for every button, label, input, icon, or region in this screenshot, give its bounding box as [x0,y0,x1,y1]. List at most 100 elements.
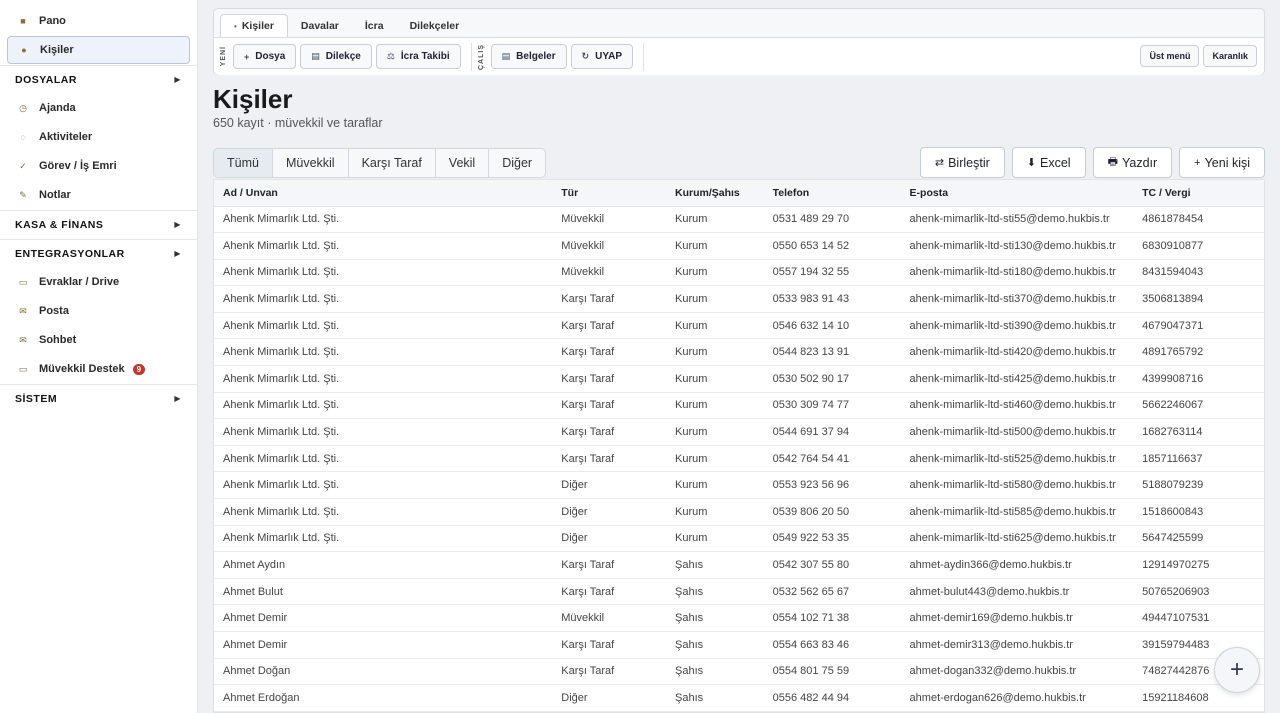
button-label: Excel [1039,155,1071,170]
sidebar-item-11[interactable]: ✉ Sohbet [7,326,190,354]
table-row[interactable]: Ahenk Mimarlık Ltd. Şti. Karşı Taraf Kurum… [214,365,1264,393]
new-1-button[interactable]: ▤ Dilekçe [300,44,372,69]
dot-icon: • [234,21,237,31]
sidebar-item-label: Pano [39,15,66,27]
table-cell: Kurum [666,365,764,393]
sidebar-section-2[interactable]: DOSYALAR ▶ [0,65,197,93]
table-row[interactable]: Ahmet Erdoğan Diğer Şahıs 0556 482 44 94 ahm… [214,684,1264,712]
table-row[interactable]: Ahenk Mimarlık Ltd. Şti. Karşı Taraf Kurum… [214,285,1264,313]
divider [643,42,645,71]
filter-tab-4[interactable]: Diğer [489,149,545,177]
sidebar-section-label: SİSTEM [15,392,58,405]
new-0-button[interactable]: + Dosya [233,44,297,69]
floating-add-button[interactable]: + [1214,647,1260,693]
table-cell: Müvekkil [552,206,666,234]
module-tab-2[interactable]: İcra [352,14,397,37]
table-row[interactable]: Ahenk Mimarlık Ltd. Şti. Karşı Taraf Kurum… [214,392,1264,420]
table-cell: ahenk-mimarlik-ltd-sti580@demo.hukbis.tr [900,471,1134,500]
top-menu-button[interactable]: Üst menü [1140,45,1200,67]
table-row[interactable]: Ahmet Bulut Karşı Taraf Şahıs 0532 562 65 6… [214,578,1264,606]
sidebar-section-8[interactable]: ENTEGRASYONLAR ▶ [0,239,197,267]
activity-icon: ◌ [20,132,26,142]
table-cell: Şahıs [666,604,764,632]
filter-tab-2[interactable]: Karşı Taraf [349,149,436,177]
table-cell: ahmet-dogan332@demo.hukbis.tr [900,658,1134,686]
table-cell: 0549 922 53 35 [763,525,901,553]
button-label: Belgeler [516,51,556,62]
table-row[interactable]: Ahenk Mimarlık Ltd. Şti. Müvekkil Kurum 055… [214,232,1264,260]
table-row[interactable]: Ahmet Aydın Karşı Taraf Şahıs 0542 307 55 8… [214,551,1264,579]
sidebar-item-1[interactable]: ● Kişiler [7,36,190,64]
sidebar-item-6[interactable]: ✎ Notlar [7,181,190,209]
work-0-button[interactable]: ▤ Belgeler [490,44,567,69]
clock-icon: ◷ [19,102,27,113]
table-row[interactable]: Ahenk Mimarlık Ltd. Şti. Karşı Taraf Kurum… [214,418,1264,446]
table-cell: 4679047371 [1133,312,1264,340]
sidebar-item-5[interactable]: ✓ Görev / İş Emri [7,152,190,180]
table-cell: Ahmet Erdoğan [214,684,553,712]
table-cell: Kurum [666,232,764,260]
table-row[interactable]: Ahmet Demir Müvekkil Şahıs 0554 102 71 38 ah… [214,604,1264,632]
sidebar-item-0[interactable]: ■ Pano [7,7,190,35]
sidebar-item-label: Evraklar / Drive [39,276,120,288]
sidebar-item-12[interactable]: ▭ Müvekkil Destek 9 [7,355,190,383]
table-row[interactable]: Ahenk Mimarlık Ltd. Şti. Diğer Kurum 0539 8… [214,498,1264,526]
table-cell: Ahmet Doğan [214,658,553,686]
table-header-row: Ad / Unvan Tür Kurum/Şahıs Telefon E-posta TC… [214,180,1264,207]
table-row[interactable]: Ahenk Mimarlık Ltd. Şti. Diğer Kurum 0549 9… [214,525,1264,553]
filter-tab-1[interactable]: Müvekkil [273,149,349,177]
column-header[interactable]: Ad / Unvan [214,180,553,207]
column-header[interactable]: Telefon [763,180,901,207]
sidebar-item-3[interactable]: ◷ Ajanda [7,94,190,122]
chat-icon: ✉ [19,334,27,345]
table-row[interactable]: Ahenk Mimarlık Ltd. Şti. Müvekkil Kurum 053… [214,206,1264,234]
table-cell: 4891765792 [1133,338,1264,367]
sidebar-item-9[interactable]: ▭ Evraklar / Drive [7,268,190,296]
sidebar-item-4[interactable]: ◌ Aktiviteler [7,123,190,151]
table-row[interactable]: Ahenk Mimarlık Ltd. Şti. Karşı Taraf Kurum… [214,445,1264,473]
table-cell: ahenk-mimarlik-ltd-sti130@demo.hukbis.tr [900,232,1134,260]
print-button[interactable]: 🖶 Yazdır [1092,147,1173,178]
table-cell: 5647425599 [1133,525,1264,553]
column-header[interactable]: Kurum/Şahıs [666,180,764,207]
table-row[interactable]: Ahenk Mimarlık Ltd. Şti. Karşı Taraf Kurum… [214,312,1264,340]
module-tab-1[interactable]: Davalar [288,14,352,37]
table-row[interactable]: Ahenk Mimarlık Ltd. Şti. Diğer Kurum 0553 9… [214,471,1264,500]
sidebar-item-label: Sohbet [39,334,77,346]
plus-icon: + [244,51,250,62]
table-row[interactable]: Ahenk Mimarlık Ltd. Şti. Karşı Taraf Kurum… [214,338,1264,367]
table-row[interactable]: Ahmet Demir Karşı Taraf Şahıs 0554 663 83 4… [214,631,1264,659]
table-cell: Kurum [666,259,764,287]
support-icon: ▭ [18,363,28,374]
new-2-button[interactable]: ⚖ İcra Takibi [375,44,461,69]
sidebar-section-label: ENTEGRASYONLAR [15,247,125,260]
table-cell: ahenk-mimarlik-ltd-sti55@demo.hukbis.tr [900,206,1134,234]
module-tab-0[interactable]: • Kişiler [220,14,288,37]
merge-button[interactable]: ⇄ Birleştir [919,147,1005,178]
table-cell: Kurum [666,525,764,553]
filter-tab-0[interactable]: Tümü [214,149,273,177]
sidebar-section-7[interactable]: KASA & FİNANS ▶ [0,210,197,238]
table-cell: Ahenk Mimarlık Ltd. Şti. [214,206,553,234]
table-row[interactable]: Ahmet Doğan Karşı Taraf Şahıs 0554 801 75 5… [214,658,1264,686]
table-cell: 8431594043 [1133,259,1264,287]
table-cell: ahenk-mimarlik-ltd-sti500@demo.hukbis.tr [900,418,1134,446]
column-header[interactable]: E-posta [900,180,1134,207]
column-header[interactable]: Tür [552,180,666,207]
new-contact-button[interactable]: + Yeni kişi [1179,147,1265,178]
sidebar-section-13[interactable]: SİSTEM ▶ [0,384,197,412]
table-cell: ahenk-mimarlik-ltd-sti420@demo.hukbis.tr [900,338,1134,367]
excel-button[interactable]: ⬇ Excel [1011,147,1086,178]
table-cell: ahmet-demir313@demo.hukbis.tr [900,631,1134,659]
sidebar-item-10[interactable]: ✉ Posta [7,297,190,325]
dark-mode-button[interactable]: Karanlık [1203,45,1257,67]
table-cell: 4399908716 [1133,365,1264,393]
work-1-button[interactable]: ↻ UYAP [570,44,634,69]
table-cell: ahenk-mimarlik-ltd-sti625@demo.hukbis.tr [900,525,1134,553]
module-tab-3[interactable]: Dilekçeler [397,14,473,37]
contacts-table: Ad / Unvan Tür Kurum/Şahıs Telefon E-posta TC… [213,179,1265,713]
module-tab-label: İcra [364,19,384,32]
column-header[interactable]: TC / Vergi [1133,180,1264,207]
table-row[interactable]: Ahenk Mimarlık Ltd. Şti. Müvekkil Kurum 055… [214,259,1264,287]
filter-tab-3[interactable]: Vekil [436,149,490,177]
